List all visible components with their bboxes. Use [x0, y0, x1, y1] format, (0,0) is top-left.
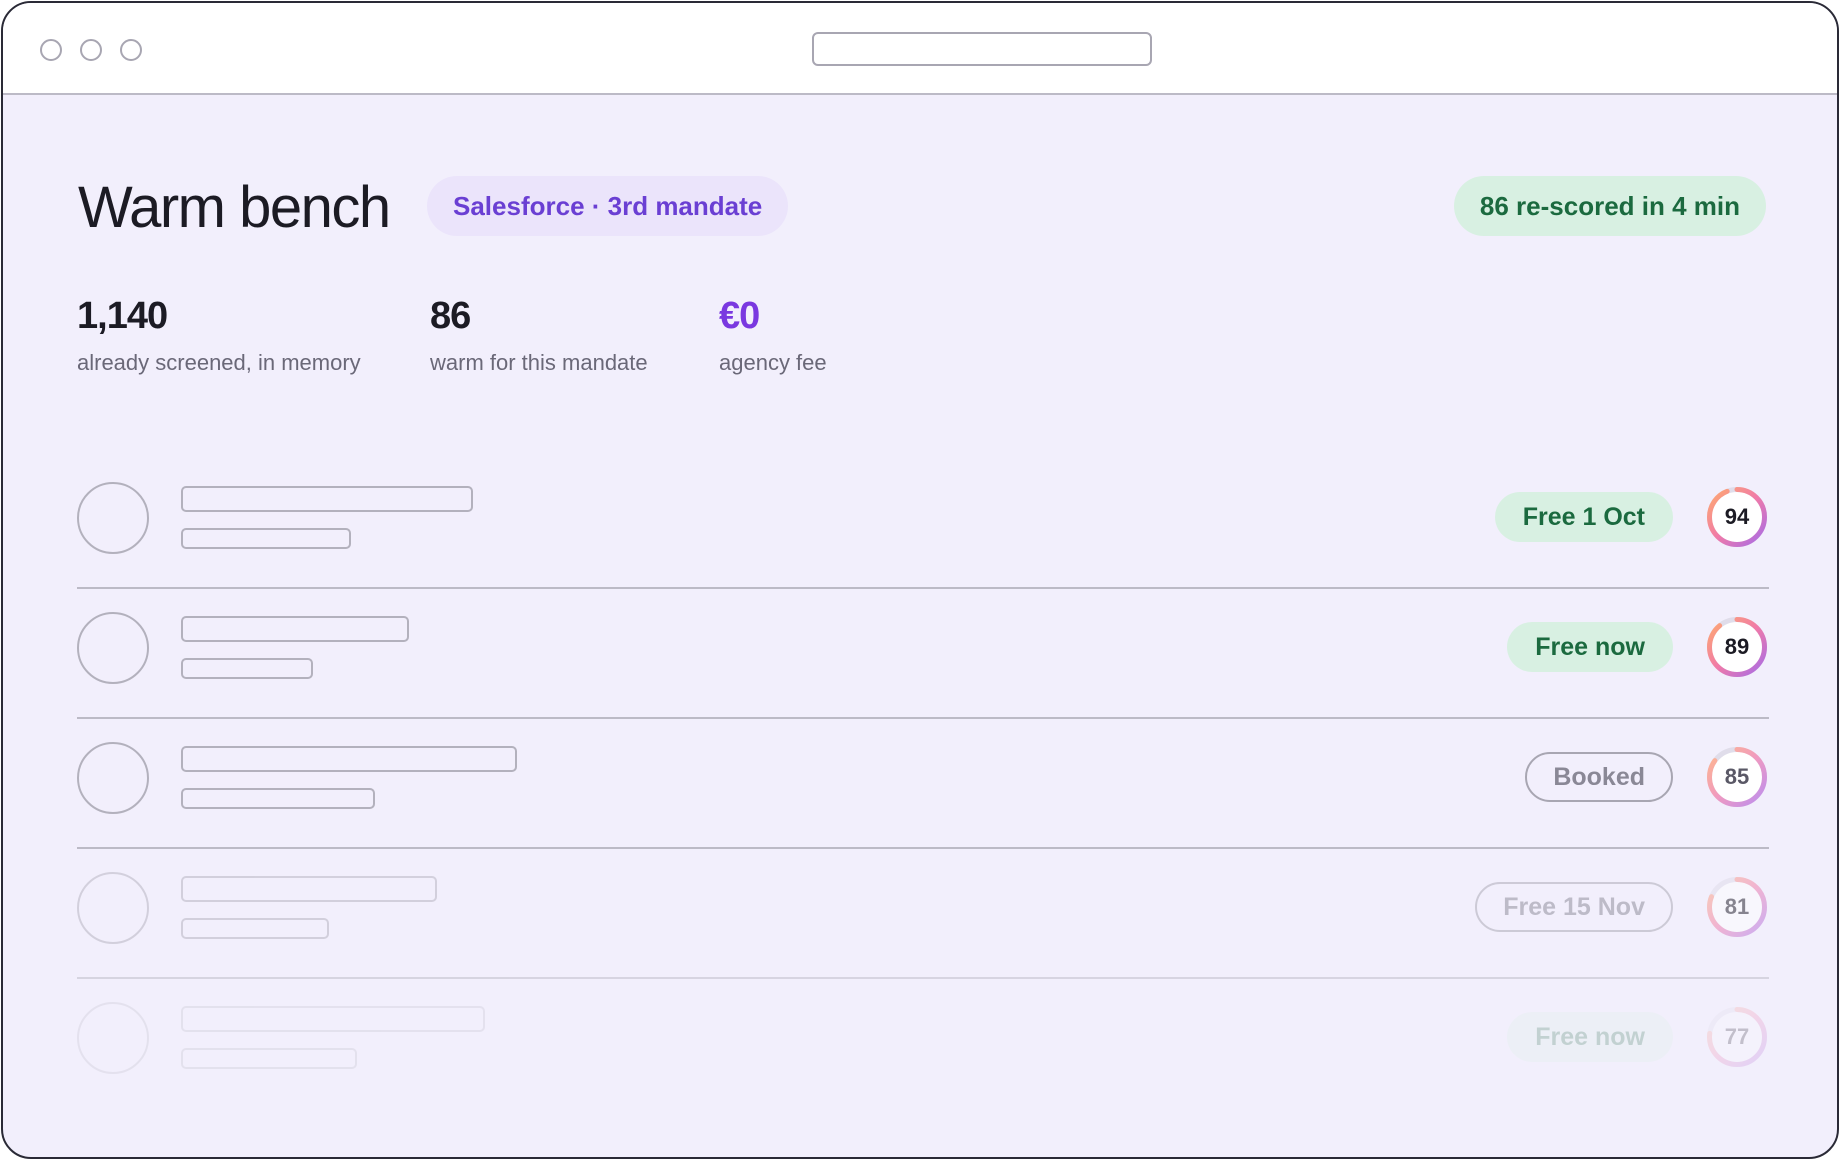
match-score-ring: 77 [1705, 1005, 1769, 1069]
role-placeholder [181, 918, 329, 939]
candidate-list: Free 1 Oct 94 Free now 89 Booked 85 Free… [77, 459, 1769, 1109]
availability-badge: Free now [1507, 622, 1673, 672]
match-score: 89 [1724, 634, 1750, 659]
match-score: 85 [1724, 764, 1750, 789]
name-placeholder [181, 616, 409, 642]
avatar-placeholder [77, 872, 149, 944]
warm-bench-panel: Warm bench Salesforce · 3rd mandate 86 r… [3, 95, 1837, 1157]
availability-badge: Free 15 Nov [1475, 882, 1673, 932]
role-placeholder [181, 788, 375, 809]
stat-screened: 1,140 already screened, in memory [77, 293, 361, 377]
match-score: 81 [1724, 894, 1750, 919]
stat-label: already screened, in memory [77, 350, 361, 375]
rescore-status-badge: 86 re-scored in 4 min [1453, 176, 1766, 236]
window-close-control[interactable] [40, 39, 62, 61]
avatar-placeholder [77, 742, 149, 814]
role-placeholder [181, 658, 313, 679]
name-placeholder [181, 1006, 485, 1032]
avatar-placeholder [77, 482, 149, 554]
stat-value: 1,140 [77, 295, 168, 337]
address-bar[interactable] [812, 32, 1152, 66]
page-title: Warm bench [78, 175, 391, 240]
window-minimize-control[interactable] [80, 39, 102, 61]
candidate-row[interactable]: Free 1 Oct 94 [77, 459, 1769, 589]
name-placeholder [181, 486, 473, 512]
stat-value: 86 [430, 295, 471, 337]
availability-badge: Free 1 Oct [1494, 492, 1673, 542]
browser-titlebar [3, 3, 1837, 95]
mandate-badge: Salesforce · 3rd mandate [427, 176, 789, 236]
match-score-ring: 81 [1705, 875, 1769, 939]
avatar-placeholder [77, 1002, 149, 1074]
candidate-row[interactable]: Booked 85 [77, 719, 1769, 849]
role-placeholder [181, 1048, 357, 1069]
stat-label: agency fee [719, 350, 827, 375]
match-score-ring: 85 [1705, 745, 1769, 809]
match-score-ring: 94 [1705, 485, 1769, 549]
stat-warm: 86 warm for this mandate [430, 293, 648, 377]
match-score: 77 [1724, 1024, 1750, 1049]
avatar-placeholder [77, 612, 149, 684]
candidate-row[interactable]: Free now 77 [77, 979, 1769, 1109]
match-score-ring: 89 [1705, 615, 1769, 679]
candidate-row[interactable]: Free 15 Nov 81 [77, 849, 1769, 979]
availability-badge: Free now [1507, 1012, 1673, 1062]
candidate-row[interactable]: Free now 89 [77, 589, 1769, 719]
window-maximize-control[interactable] [120, 39, 142, 61]
browser-window: Warm bench Salesforce · 3rd mandate 86 r… [1, 1, 1839, 1159]
name-placeholder [181, 876, 437, 902]
name-placeholder [181, 746, 517, 772]
match-score: 94 [1724, 504, 1750, 529]
stat-value: €0 [719, 295, 760, 337]
stat-agency-fee: €0 agency fee [719, 293, 827, 377]
availability-badge: Booked [1525, 752, 1673, 802]
stat-label: warm for this mandate [430, 350, 648, 375]
role-placeholder [181, 528, 351, 549]
